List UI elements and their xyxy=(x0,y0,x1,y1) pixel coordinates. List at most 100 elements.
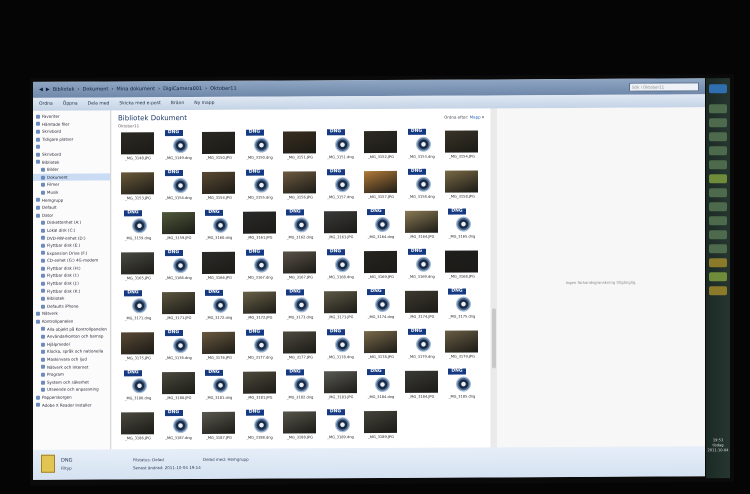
file-item[interactable]: _MG_3181.JPG xyxy=(240,366,280,408)
file-item[interactable]: DNG _MG_3185.dng xyxy=(442,364,482,406)
file-item[interactable]: DNG _MG_3166.dng xyxy=(159,246,199,288)
file-item[interactable]: DNG _MG_3187.dng xyxy=(159,406,199,448)
file-item[interactable]: DNG _MG_3175.dng xyxy=(442,284,482,326)
file-item[interactable]: DNG _MG_3180.dng xyxy=(118,366,158,408)
taskbar-app-icon[interactable] xyxy=(709,244,727,254)
breadcrumb-mina-dokument[interactable]: Mina dokument xyxy=(116,86,155,92)
file-item[interactable]: _MG_3179.JPG xyxy=(442,324,482,366)
taskbar-app-icon[interactable] xyxy=(709,160,727,170)
file-item[interactable]: _MG_3156.JPG xyxy=(280,165,320,207)
file-item[interactable]: _MG_3151.JPG xyxy=(280,125,320,167)
burn-button[interactable]: Bränn xyxy=(171,101,184,106)
breadcrumb-digicamera[interactable]: DigiCamera001 xyxy=(163,86,202,92)
chevron-down-icon[interactable]: ▾ xyxy=(482,114,484,119)
breadcrumb-dokument[interactable]: Dokument xyxy=(82,86,108,92)
file-item[interactable]: _MG_3154.JPG xyxy=(442,124,482,166)
taskbar-app-icon[interactable] xyxy=(709,104,727,114)
file-item[interactable]: DNG _MG_3157.dng xyxy=(321,165,361,207)
file-item[interactable]: _MG_3183.JPG xyxy=(321,365,361,407)
taskbar-app-icon[interactable] xyxy=(709,146,727,156)
file-item[interactable]: DNG _MG_3168.dng xyxy=(321,245,361,287)
file-item[interactable]: DNG _MG_3164.dng xyxy=(361,205,401,247)
nav-item[interactable]: Adobe X Reader Installer xyxy=(33,401,110,409)
file-item[interactable]: _MG_3161.JPG xyxy=(240,206,280,248)
taskbar-app-icon[interactable] xyxy=(709,272,727,282)
file-item[interactable]: _MG_3158.JPG xyxy=(442,164,482,206)
file-item[interactable]: DNG _MG_3172.dng xyxy=(199,286,239,328)
open-button[interactable]: Öppna xyxy=(63,102,78,107)
breadcrumb-oktober11[interactable]: Oktober11 xyxy=(210,86,237,92)
file-item[interactable]: DNG _MG_3189.dng xyxy=(321,405,361,447)
organize-button[interactable]: Ordna xyxy=(39,102,53,107)
breadcrumb-bibliotek[interactable]: Bibliotek xyxy=(53,87,75,93)
file-item[interactable]: DNG _MG_3150.dng xyxy=(240,126,280,168)
file-item[interactable]: DNG _MG_3158.dng xyxy=(402,165,442,207)
forward-arrow-icon[interactable]: ▶ xyxy=(46,87,50,93)
file-item[interactable]: DNG _MG_3169.dng xyxy=(402,245,442,287)
file-item[interactable]: _MG_3173.JPG xyxy=(321,285,361,327)
file-item[interactable]: DNG _MG_3177.dng xyxy=(240,326,280,368)
file-item[interactable]: _MG_3184.JPG xyxy=(402,365,442,407)
file-item[interactable]: DNG _MG_3160.dng xyxy=(199,206,239,248)
file-item[interactable]: _MG_3150.JPG xyxy=(199,126,239,168)
file-item[interactable]: DNG _MG_3167.dng xyxy=(240,246,280,288)
file-item[interactable]: DNG _MG_3159.dng xyxy=(118,206,158,248)
scrollbar-thumb[interactable] xyxy=(492,308,496,369)
file-item[interactable]: DNG _MG_3174.dng xyxy=(361,285,401,327)
file-item[interactable]: _MG_3187.JPG xyxy=(199,406,239,448)
nav-item[interactable]: Användarkonton och barnsp xyxy=(33,333,110,341)
system-clock[interactable]: 19:53 tisdag 2011-10-04 xyxy=(706,438,730,453)
file-item[interactable]: _MG_3174.JPG xyxy=(402,285,442,327)
taskbar-app-icon[interactable] xyxy=(709,230,727,240)
back-arrow-icon[interactable]: ◀ xyxy=(39,87,43,93)
new-folder-button[interactable]: Ny mapp xyxy=(194,101,214,106)
file-item[interactable]: _MG_3148.JPG xyxy=(118,126,158,168)
file-item[interactable]: _MG_3171.JPG xyxy=(159,286,199,328)
file-item[interactable]: _MG_3180.JPG xyxy=(159,366,199,408)
file-item[interactable]: DNG _MG_3188.dng xyxy=(240,406,280,448)
file-item[interactable]: DNG _MG_3179.dng xyxy=(402,325,442,367)
search-input[interactable]: Sök i Oktober11 xyxy=(629,81,699,92)
file-item[interactable]: _MG_3172.JPG xyxy=(240,286,280,328)
file-item[interactable]: DNG _MG_3149.dng xyxy=(159,126,199,168)
file-item[interactable]: DNG _MG_3176.dng xyxy=(159,326,199,368)
taskbar-app-icon[interactable] xyxy=(709,202,727,212)
file-item[interactable]: _MG_3164.JPG xyxy=(402,205,442,247)
file-item[interactable]: DNG _MG_3155.dng xyxy=(240,166,280,208)
email-button[interactable]: Skicka med e-post xyxy=(119,101,160,106)
file-item[interactable]: DNG _MG_3173.dng xyxy=(280,285,320,327)
file-item[interactable]: _MG_3175.JPG xyxy=(118,326,158,368)
file-item[interactable]: _MG_3165.JPG xyxy=(118,246,158,288)
file-item[interactable]: _MG_3186.JPG xyxy=(118,406,158,448)
file-item[interactable]: DNG _MG_3165.dng xyxy=(442,204,482,246)
file-item[interactable]: DNG _MG_3154.dng xyxy=(159,166,199,208)
taskbar-app-icon[interactable] xyxy=(709,216,727,226)
file-item[interactable]: _MG_3178.JPG xyxy=(361,325,401,367)
arrange-by[interactable]: Ordna efter: Mapp ▾ xyxy=(444,114,484,119)
taskbar-app-icon[interactable] xyxy=(709,286,727,296)
taskbar-app-icon[interactable] xyxy=(709,188,727,198)
file-item[interactable]: _MG_3152.JPG xyxy=(361,125,401,167)
file-item[interactable]: _MG_3168.JPG xyxy=(442,244,482,286)
file-item[interactable]: _MG_3169.JPG xyxy=(361,245,401,287)
file-item[interactable]: _MG_3166.JPG xyxy=(199,246,239,288)
file-item[interactable]: DNG _MG_3153.dng xyxy=(402,125,442,167)
file-item[interactable]: _MG_3159.JPG xyxy=(159,206,199,248)
taskbar-app-icon[interactable] xyxy=(709,258,727,268)
file-item[interactable]: _MG_3154.JPG xyxy=(199,166,239,208)
taskbar-app-icon[interactable] xyxy=(709,118,727,128)
start-orb-icon[interactable] xyxy=(709,84,727,94)
file-item[interactable]: _MG_3189.JPG xyxy=(361,405,401,447)
arrange-value-dropdown[interactable]: Mapp xyxy=(470,114,481,119)
file-item[interactable]: DNG _MG_3181.dng xyxy=(199,366,239,408)
file-item[interactable]: _MG_3177.JPG xyxy=(280,325,320,367)
taskbar-app-icon[interactable] xyxy=(709,132,727,142)
file-item[interactable]: DNG _MG_3178.dng xyxy=(321,325,361,367)
file-item[interactable]: DNG _MG_3184.dng xyxy=(361,365,401,407)
file-item[interactable]: DNG _MG_3151.dng xyxy=(321,125,361,167)
share-with-button[interactable]: Dela med xyxy=(88,101,110,106)
file-item[interactable]: DNG _MG_3182.dng xyxy=(280,365,320,407)
file-item[interactable]: _MG_3188.JPG xyxy=(280,405,320,447)
taskbar-app-icon[interactable] xyxy=(709,174,727,184)
file-item[interactable]: _MG_3176.JPG xyxy=(199,326,239,368)
